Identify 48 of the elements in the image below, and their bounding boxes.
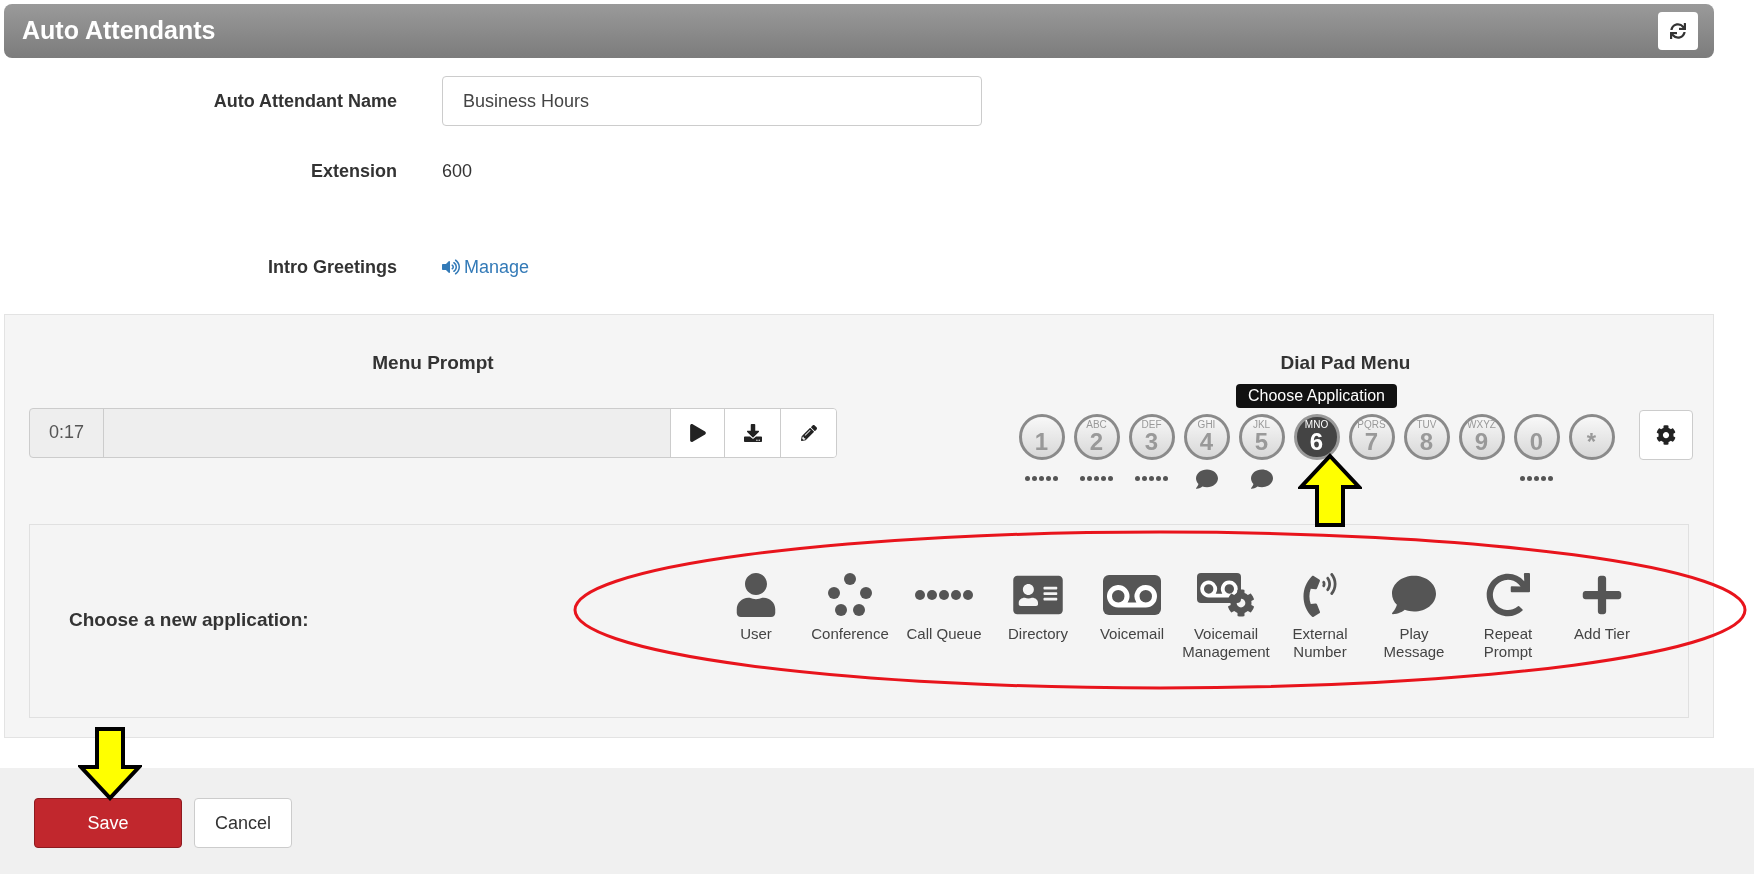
settings-button[interactable]: [1639, 409, 1693, 460]
application-option[interactable]: Voicemail: [1085, 570, 1179, 643]
save-button[interactable]: Save: [34, 798, 182, 848]
voicemail-icon: [1103, 574, 1161, 615]
application-option[interactable]: Call Queue: [897, 570, 991, 643]
dots-icon: [1025, 476, 1058, 481]
circular-arrow-icon: [1486, 572, 1530, 617]
application-option[interactable]: Voicemail Management: [1179, 570, 1273, 661]
application-option[interactable]: Add Tier: [1555, 570, 1649, 643]
play-button[interactable]: [670, 408, 724, 457]
cancel-button[interactable]: Cancel: [194, 798, 292, 848]
edit-button[interactable]: [780, 408, 836, 457]
application-option[interactable]: Directory: [991, 570, 1085, 643]
application-label: Choose a new application:: [69, 608, 310, 633]
settings-icon: [1656, 424, 1676, 445]
section-title: Menu Prompt: [372, 351, 494, 375]
application-option[interactable]: Play Message: [1367, 570, 1461, 661]
refresh-button[interactable]: [1658, 12, 1698, 50]
duration-text: 0:17: [30, 408, 104, 457]
speech-bubble-icon: [1250, 467, 1273, 490]
user-icon: [736, 572, 776, 617]
dial-key[interactable]: MNO 6: [1293, 413, 1340, 460]
section-title: Dial Pad Menu: [1280, 351, 1411, 375]
refresh-icon: [1670, 23, 1686, 39]
dots-icon: [1080, 476, 1113, 481]
download-button[interactable]: [724, 408, 780, 457]
name-field[interactable]: Business Hours: [442, 76, 982, 126]
field-label: Intro Greetings: [267, 255, 397, 279]
field-label: Extension: [309, 159, 397, 183]
pencil-icon: [800, 424, 817, 441]
page-title: Auto Attendants: [22, 15, 216, 47]
extension-value: 600: [442, 160, 473, 181]
download-icon: [743, 423, 762, 442]
dots-icon: [1520, 476, 1553, 481]
dots-icon: [915, 589, 973, 600]
tooltip: Choose Application: [1236, 383, 1397, 408]
speech-bubble-icon: [1195, 467, 1218, 490]
application-option[interactable]: External Number: [1273, 570, 1367, 661]
dots-icon: [1135, 476, 1168, 481]
application-option[interactable]: User: [709, 570, 803, 643]
play-icon: [689, 423, 706, 442]
application-option[interactable]: Repeat Prompt: [1461, 570, 1555, 661]
application-option[interactable]: Conference: [803, 570, 897, 643]
conference-icon: [827, 572, 873, 617]
speaker-icon: [442, 258, 460, 276]
manage-link[interactable]: Manage: [442, 253, 530, 281]
field-label: Auto Attendant Name: [212, 89, 397, 113]
voicemail-gear-icon: [1197, 572, 1255, 617]
